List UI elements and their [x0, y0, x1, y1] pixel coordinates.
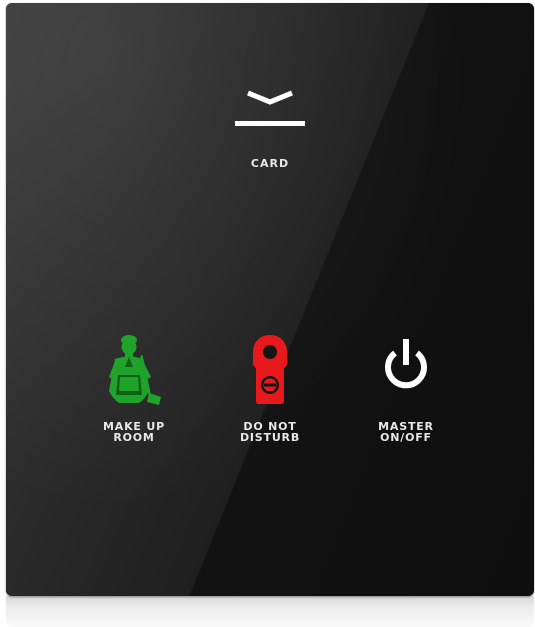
hotel-room-switch-panel: CARD MAKE UP ROOM DO NOT DISTURB MASTER …	[6, 3, 534, 596]
card-label: CARD	[250, 157, 290, 170]
switch-panel-scene: CARD MAKE UP ROOM DO NOT DISTURB MASTER …	[0, 0, 535, 627]
make-up-room-label: MAKE UP ROOM	[79, 421, 189, 443]
master-on-off-button[interactable]: MASTER ON/OFF	[351, 333, 461, 453]
make-up-room-label-line2: ROOM	[113, 431, 155, 444]
master-on-off-label: MASTER ON/OFF	[351, 421, 461, 443]
power-icon	[385, 339, 427, 389]
do-not-disturb-label: DO NOT DISTURB	[215, 421, 325, 443]
door-hanger-icon	[253, 335, 287, 404]
master-on-off-label-line2: ON/OFF	[380, 431, 432, 444]
card-slot-icon[interactable]	[234, 87, 306, 131]
do-not-disturb-label-line2: DISTURB	[239, 431, 301, 444]
panel-reflection	[6, 596, 534, 627]
maid-icon	[109, 335, 161, 405]
do-not-disturb-button[interactable]: DO NOT DISTURB	[215, 333, 325, 453]
make-up-room-button[interactable]: MAKE UP ROOM	[79, 333, 189, 453]
